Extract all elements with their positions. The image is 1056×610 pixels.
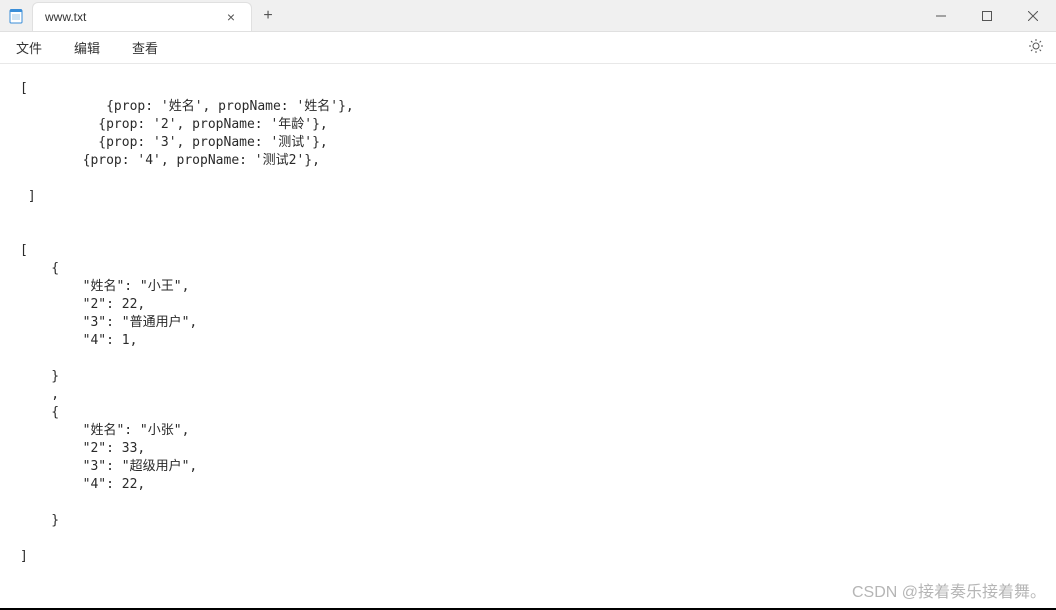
- menubar: 文件 编辑 查看: [0, 32, 1056, 64]
- tab-close-button[interactable]: ×: [223, 7, 239, 27]
- maximize-button[interactable]: [964, 0, 1010, 31]
- maximize-icon: [982, 11, 992, 21]
- tab-title: www.txt: [45, 10, 86, 24]
- minimize-button[interactable]: [918, 0, 964, 31]
- tab-active[interactable]: www.txt ×: [32, 2, 252, 31]
- close-button[interactable]: [1010, 0, 1056, 31]
- close-icon: [1028, 11, 1038, 21]
- window-controls: [918, 0, 1056, 31]
- notepad-icon: [8, 8, 24, 24]
- menu-file[interactable]: 文件: [12, 34, 46, 61]
- settings-button[interactable]: [1028, 38, 1044, 57]
- minimize-icon: [936, 11, 946, 21]
- text-editor[interactable]: [ {prop: '姓名', propName: '姓名'}, {prop: '…: [0, 64, 1056, 610]
- menu-edit[interactable]: 编辑: [70, 34, 104, 61]
- app-icon: [0, 0, 32, 31]
- new-tab-button[interactable]: +: [252, 0, 284, 31]
- titlebar: www.txt × +: [0, 0, 1056, 32]
- gear-icon: [1028, 38, 1044, 54]
- menu-view[interactable]: 查看: [128, 34, 162, 61]
